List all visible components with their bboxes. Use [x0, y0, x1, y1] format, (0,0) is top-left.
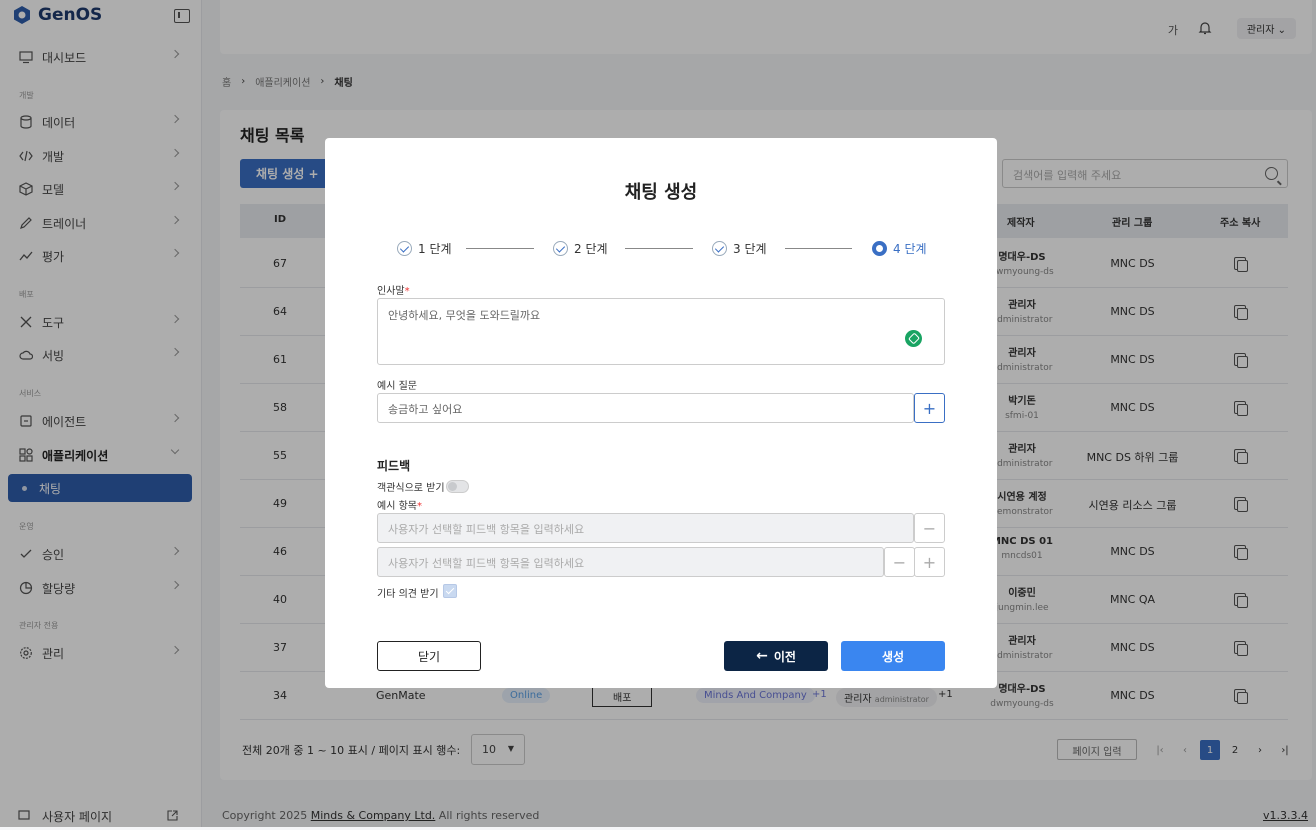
- feedback-item-input-1[interactable]: 사용자가 선택할 피드백 항목을 입력하세요: [377, 513, 914, 543]
- feedback-title: 피드백: [377, 459, 411, 473]
- previous-label: 이전: [773, 649, 796, 664]
- plus-icon: +: [922, 398, 937, 418]
- objective-label: 객관식으로 받기: [377, 483, 445, 494]
- greeting-label-text: 인사말: [377, 286, 405, 297]
- step-2[interactable]: 2 단계: [553, 240, 608, 257]
- step-3[interactable]: 3 단계: [712, 240, 767, 257]
- add-question-button[interactable]: +: [914, 393, 945, 423]
- remove-item-button[interactable]: −: [884, 547, 915, 577]
- minus-icon: −: [892, 552, 907, 572]
- create-button[interactable]: 생성: [841, 641, 945, 671]
- create-chat-modal: 채팅 생성 1 단계 2 단계 3 단계 4 단계 인사말* 안녕하세요, 무엇…: [325, 138, 997, 688]
- step-connector: [625, 248, 693, 249]
- objective-toggle[interactable]: [446, 480, 469, 493]
- check-circle-icon: [712, 241, 727, 256]
- step-label: 2 단계: [574, 242, 608, 256]
- feedback-item-input-2[interactable]: 사용자가 선택할 피드백 항목을 입력하세요: [377, 547, 884, 577]
- add-item-button[interactable]: +: [914, 547, 945, 577]
- step-label: 3 단계: [733, 242, 767, 256]
- previous-button[interactable]: ← 이전: [724, 641, 828, 671]
- step-label: 4 단계: [893, 242, 927, 256]
- other-opinion-label: 기타 의견 받기: [377, 589, 439, 600]
- check-circle-icon: [553, 241, 568, 256]
- ai-generate-icon[interactable]: [905, 330, 922, 347]
- step-label: 1 단계: [418, 242, 452, 256]
- example-items-label: 예시 항목*: [377, 501, 422, 512]
- arrow-left-icon: ←: [756, 648, 768, 664]
- step-connector: [785, 248, 852, 249]
- remove-item-button[interactable]: −: [914, 513, 945, 543]
- example-question-input[interactable]: 송금하고 싶어요: [377, 393, 914, 423]
- step-connector: [466, 248, 534, 249]
- check-circle-icon: [397, 241, 412, 256]
- step-1[interactable]: 1 단계: [397, 240, 452, 257]
- current-step-icon: [872, 241, 887, 256]
- example-items-label-text: 예시 항목: [377, 501, 417, 512]
- other-opinion-checkbox[interactable]: [443, 584, 457, 598]
- stepper: 1 단계 2 단계 3 단계 4 단계: [397, 240, 927, 258]
- close-button[interactable]: 닫기: [377, 641, 481, 671]
- modal-title: 채팅 생성: [624, 182, 698, 203]
- minus-icon: −: [922, 518, 937, 538]
- greeting-label: 인사말*: [377, 286, 410, 297]
- plus-icon: +: [922, 552, 937, 572]
- step-4[interactable]: 4 단계: [872, 240, 927, 257]
- greeting-textarea[interactable]: 안녕하세요, 무엇을 도와드릴까요: [377, 298, 945, 365]
- example-question-label: 예시 질문: [377, 381, 417, 392]
